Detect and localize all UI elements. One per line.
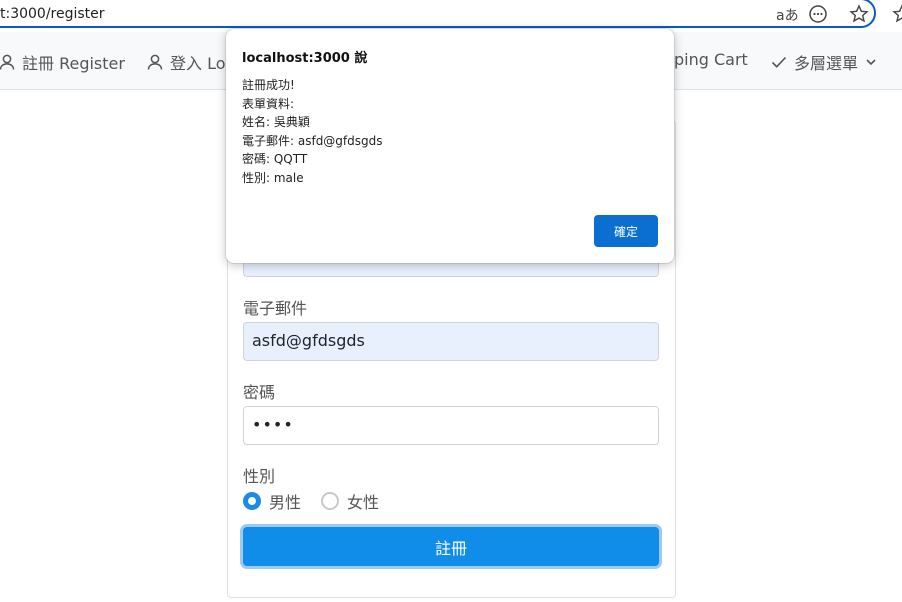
favorite-star-icon[interactable] bbox=[849, 4, 869, 24]
user-icon bbox=[146, 53, 164, 71]
dialog-line: 姓名: 吳典穎 bbox=[242, 115, 310, 129]
password-field[interactable]: •••• bbox=[243, 406, 659, 445]
dialog-line: 表單資料: bbox=[242, 96, 295, 111]
email-field[interactable]: asfd@gfdsgds bbox=[243, 322, 659, 361]
dialog-line: 註冊成功! bbox=[242, 78, 295, 92]
favorites-icon[interactable] bbox=[892, 4, 902, 24]
nav-register-label: 註冊 Register bbox=[22, 54, 125, 73]
nav-multilevel-menu[interactable]: 多層選單 bbox=[770, 50, 878, 74]
nav-shopping-cart[interactable]: ping Cart bbox=[674, 50, 748, 69]
read-aloud-icon[interactable]: aあ bbox=[776, 5, 799, 25]
more-options-icon[interactable] bbox=[808, 4, 828, 24]
dialog-title: localhost:3000 說 bbox=[242, 51, 368, 66]
gender-label: 性別 bbox=[243, 467, 276, 486]
url-field[interactable]: t:3000/register bbox=[0, 0, 876, 28]
dialog-line: 性別: male bbox=[242, 170, 304, 185]
gender-male-radio[interactable] bbox=[243, 492, 261, 510]
nav-menu-label: 多層選單 bbox=[794, 54, 859, 73]
dialog-message: 註冊成功! 表單資料: 姓名: 吳典穎 電子郵件: asfd@gfdsgds 密… bbox=[242, 76, 383, 187]
alert-dialog: localhost:3000 說 註冊成功! 表單資料: 姓名: 吳典穎 電子郵… bbox=[226, 29, 674, 263]
nav-register[interactable]: 註冊 Register bbox=[0, 50, 125, 74]
dialog-line: 密碼: QQTT bbox=[242, 152, 308, 166]
user-icon bbox=[0, 53, 16, 71]
email-label: 電子郵件 bbox=[243, 299, 308, 318]
gender-radio-group: 男性 女性 bbox=[243, 489, 399, 513]
nav-login-label: 登入 Lo bbox=[170, 54, 226, 73]
url-text[interactable]: t:3000/register bbox=[0, 6, 105, 22]
dialog-line: 電子郵件: asfd@gfdsgds bbox=[242, 133, 383, 148]
gender-female-radio[interactable] bbox=[321, 492, 340, 510]
dialog-ok-button[interactable]: 確定 bbox=[594, 215, 658, 247]
gender-female-label[interactable]: 女性 bbox=[347, 489, 379, 513]
nav-cart-label: ping Cart bbox=[674, 50, 748, 69]
password-label: 密碼 bbox=[243, 383, 276, 402]
check-icon bbox=[770, 53, 788, 71]
register-submit-button[interactable]: 註冊 bbox=[243, 527, 659, 566]
browser-address-bar: t:3000/register aあ bbox=[0, 0, 902, 32]
nav-login[interactable]: 登入 Lo bbox=[146, 50, 226, 74]
chevron-down-icon bbox=[864, 55, 878, 69]
gender-male-label[interactable]: 男性 bbox=[269, 489, 301, 513]
